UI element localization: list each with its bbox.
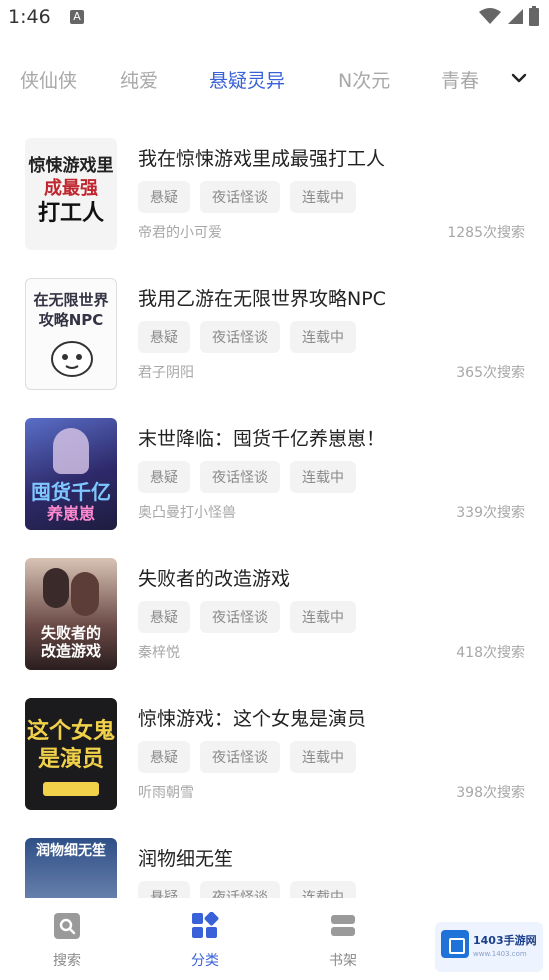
nav-label: 分类 [191,953,219,969]
watermark-icon [441,930,469,958]
watermark-subtext: www.1403.com [473,950,527,958]
tag[interactable]: 连载中 [290,461,356,493]
tag[interactable]: 悬疑 [138,461,190,493]
book-cover: 囤货千亿 养崽崽 [25,418,117,530]
status-bar: 1:46 A [0,0,549,36]
book-title: 末世降临：囤货千亿养崽崽！ [138,428,386,450]
book-tags: 悬疑 夜话怪谈 连载中 [138,741,356,773]
tag[interactable]: 连载中 [290,741,356,773]
tag[interactable]: 悬疑 [138,181,190,213]
book-cover: 在无限世界 攻略NPC [25,278,117,390]
nav-label: 搜索 [53,953,81,969]
cover-illustration [51,341,93,377]
book-title: 我用乙游在无限世界攻略NPC [138,288,386,310]
book-title: 润物细无笙 [138,848,234,870]
tag[interactable]: 连载中 [290,881,356,898]
nav-category[interactable]: 分类 [160,911,250,970]
status-time: 1:46 [8,6,51,28]
tag[interactable]: 连载中 [290,181,356,213]
book-author: 听雨朝雪 [138,785,194,801]
book-cover: 润物细无笙 [25,838,117,898]
book-author: 奥凸曼打小怪兽 [138,505,236,521]
tag[interactable]: 连载中 [290,321,356,353]
tag[interactable]: 悬疑 [138,321,190,353]
book-tags: 悬疑 夜话怪谈 连载中 [138,461,356,493]
tag[interactable]: 夜话怪谈 [200,181,280,213]
book-list: 惊悚游戏里 成最强 打工人 我在惊悚游戏里成最强打工人 悬疑 夜话怪谈 连载中 … [0,126,549,898]
tab-chunai[interactable]: 纯爱 [120,66,158,93]
book-item[interactable]: 惊悚游戏里 成最强 打工人 我在惊悚游戏里成最强打工人 悬疑 夜话怪谈 连载中 … [0,126,549,266]
tab-n-ciyuan[interactable]: N次元 [338,66,390,93]
tag[interactable]: 夜话怪谈 [200,881,280,898]
book-title: 失败者的改造游戏 [138,568,291,590]
category-tabs: 侠仙侠 纯爱 悬疑灵异 N次元 青春 [0,58,549,98]
book-cover: 惊悚游戏里 成最强 打工人 [25,138,117,250]
book-author: 帝君的小可爱 [138,225,222,241]
book-title: 惊悚游戏：这个女鬼是演员 [138,708,367,730]
tag[interactable]: 悬疑 [138,881,190,898]
search-count: 365次搜索 [456,365,525,381]
tag[interactable]: 夜话怪谈 [200,321,280,353]
wifi-icon [479,8,501,24]
search-count: 398次搜索 [456,785,525,801]
book-item[interactable]: 在无限世界 攻略NPC 我用乙游在无限世界攻略NPC 悬疑 夜话怪谈 连载中 君… [0,266,549,406]
tab-qingchun[interactable]: 青春 [441,66,479,93]
tag[interactable]: 悬疑 [138,601,190,633]
nav-label: 书架 [329,953,357,969]
book-cover: 这个女鬼 是演员 [25,698,117,810]
book-cover: 失败者的 改造游戏 [25,558,117,670]
nav-bookshelf[interactable]: 书架 [298,912,388,970]
chevron-down-icon[interactable] [509,68,529,88]
watermark-text: 1403手游网 [473,934,537,947]
notification-a-icon: A [70,10,84,24]
watermark-logo: 1403手游网 www.1403.com [435,922,543,972]
tab-xuanyi-lingyi[interactable]: 悬疑灵异 [209,66,285,93]
book-author: 君子阴阳 [138,365,194,381]
status-icons [479,6,539,26]
book-tags: 悬疑 夜话怪谈 连载中 [138,601,356,633]
book-tags: 悬疑 夜话怪谈 连载中 [138,321,356,353]
search-icon [54,913,80,939]
tag[interactable]: 夜话怪谈 [200,461,280,493]
battery-icon [529,6,539,26]
tag[interactable]: 夜话怪谈 [200,741,280,773]
bookshelf-icon [331,915,355,936]
tab-xianxia[interactable]: 侠仙侠 [20,66,77,93]
category-grid-icon [192,911,219,938]
nav-search[interactable]: 搜索 [22,912,112,970]
book-item[interactable]: 润物细无笙 润物细无笙 悬疑 夜话怪谈 连载中 [0,826,549,898]
search-count: 339次搜索 [456,505,525,521]
book-item[interactable]: 失败者的 改造游戏 失败者的改造游戏 悬疑 夜话怪谈 连载中 秦梓悦 418次搜… [0,546,549,686]
signal-icon [508,9,523,24]
search-count: 418次搜索 [456,645,525,661]
book-item[interactable]: 囤货千亿 养崽崽 末世降临：囤货千亿养崽崽！ 悬疑 夜话怪谈 连载中 奥凸曼打小… [0,406,549,546]
book-author: 秦梓悦 [138,645,180,661]
book-item[interactable]: 这个女鬼 是演员 惊悚游戏：这个女鬼是演员 悬疑 夜话怪谈 连载中 听雨朝雪 3… [0,686,549,826]
book-tags: 悬疑 夜话怪谈 连载中 [138,181,356,213]
tag[interactable]: 夜话怪谈 [200,601,280,633]
tag[interactable]: 悬疑 [138,741,190,773]
search-count: 1285次搜索 [447,225,525,241]
book-tags: 悬疑 夜话怪谈 连载中 [138,881,356,898]
book-title: 我在惊悚游戏里成最强打工人 [138,148,386,170]
tag[interactable]: 连载中 [290,601,356,633]
